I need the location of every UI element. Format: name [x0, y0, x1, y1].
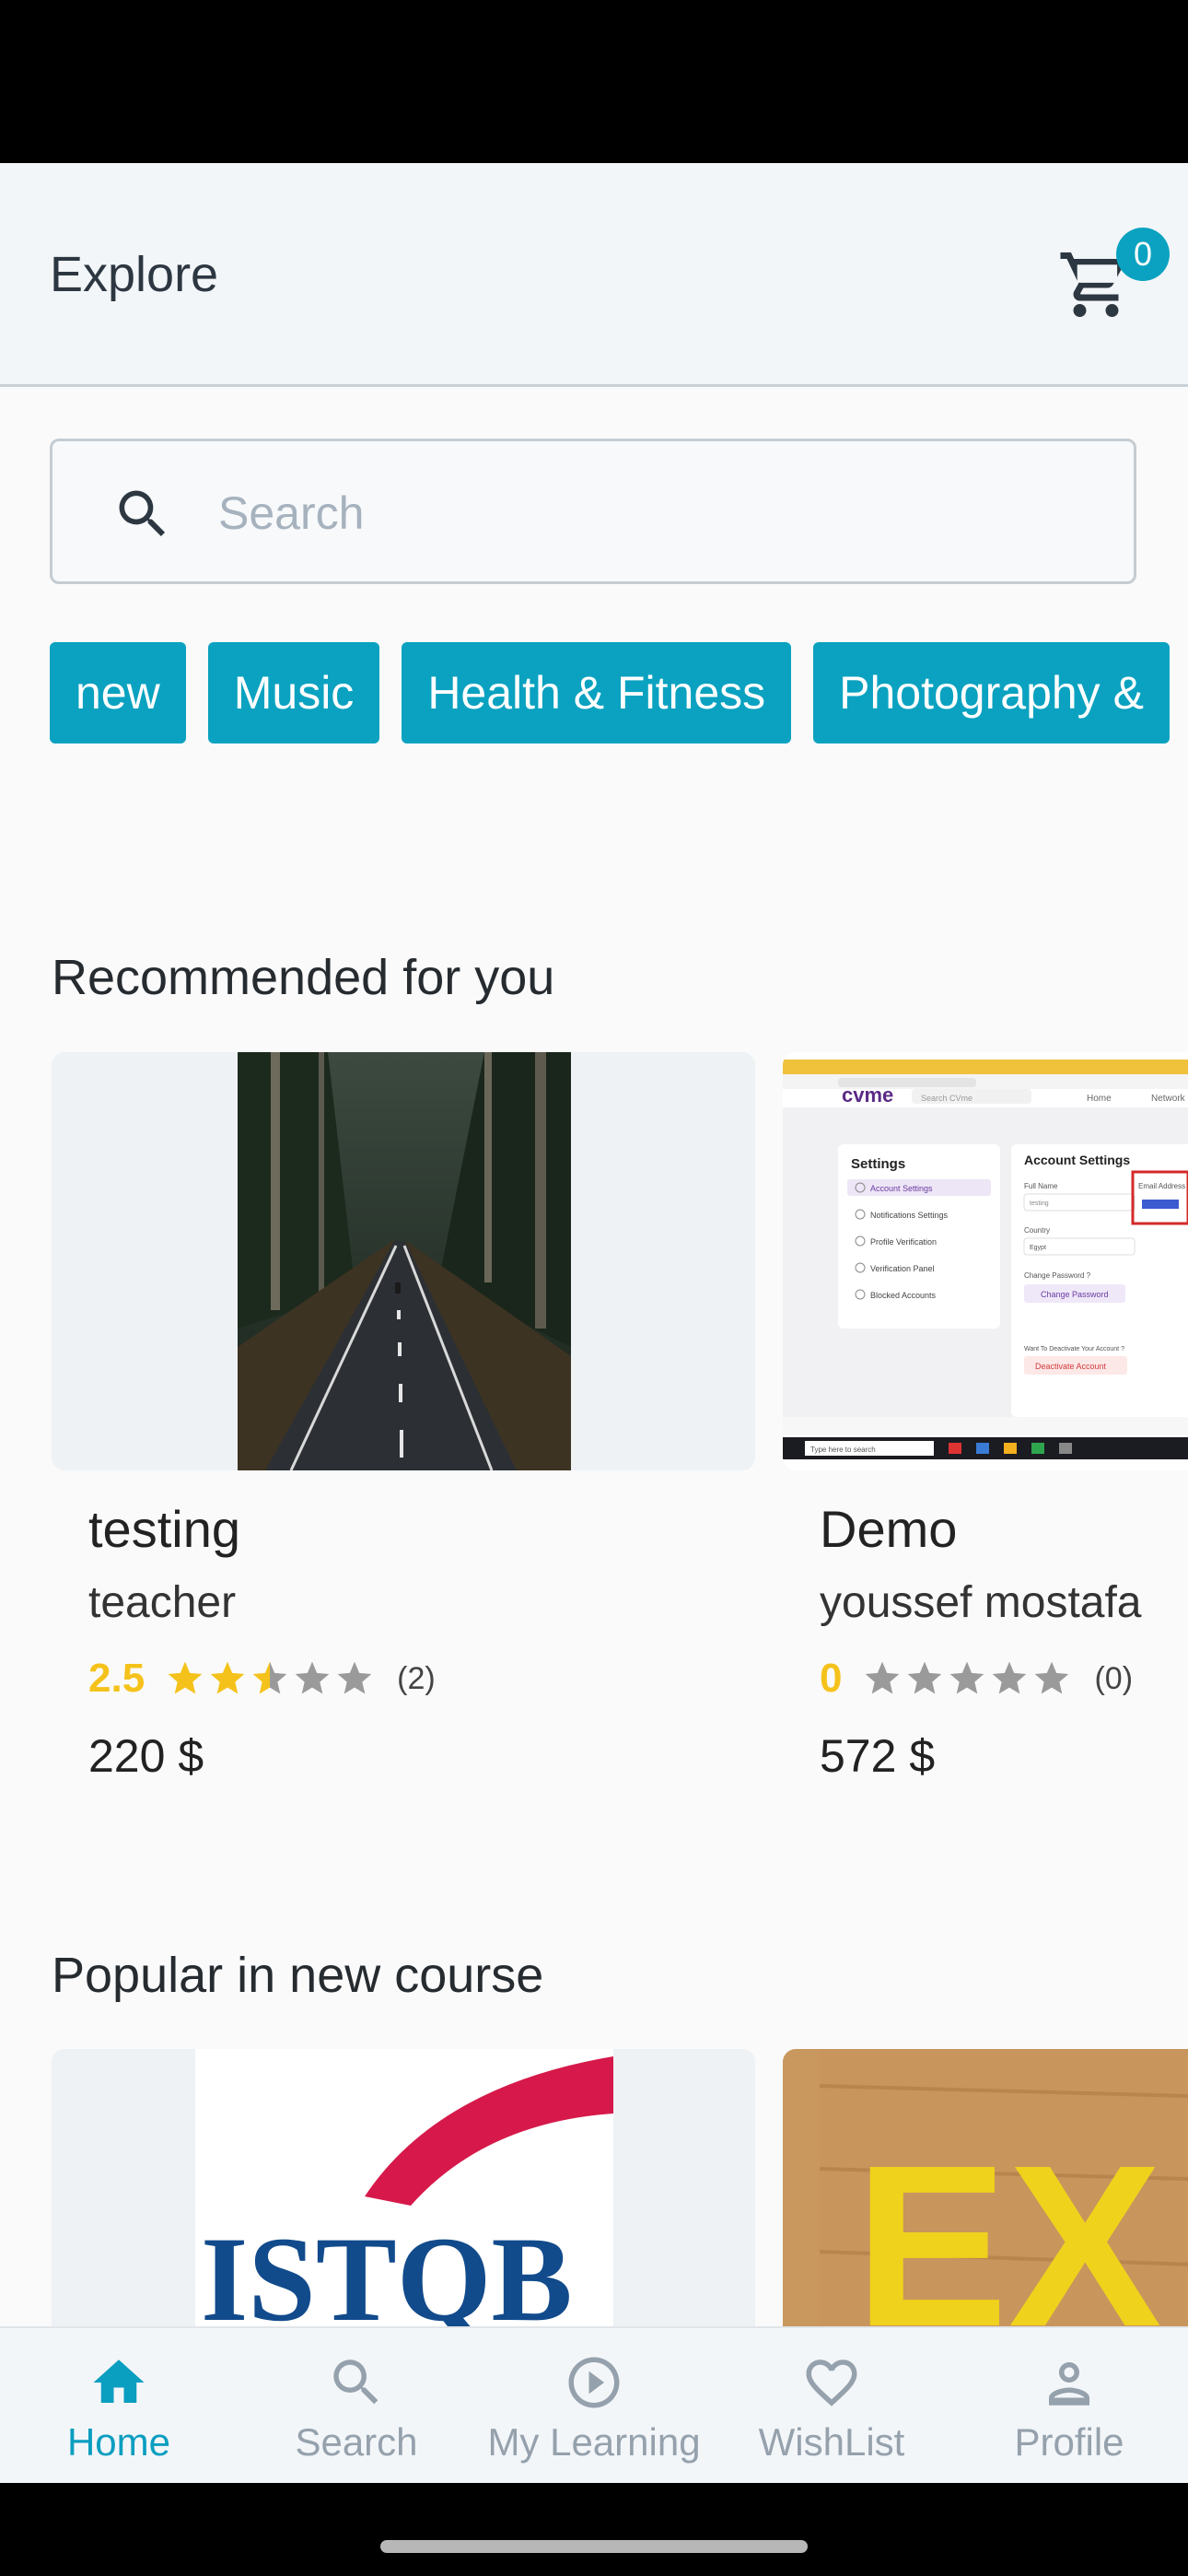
- nav-label-search: Search: [295, 2420, 418, 2464]
- course-price: 220 $: [88, 1730, 204, 1782]
- thumb-email-label: Email Address: [1138, 1182, 1185, 1190]
- nav-item-search[interactable]: Search: [238, 2328, 475, 2485]
- thumb-full-name-label: Full Name: [1024, 1182, 1058, 1190]
- category-chip-photography[interactable]: Photography &: [813, 642, 1170, 744]
- play-circle-icon: [568, 2357, 620, 2408]
- thumb-change-password-button: Change Password: [1041, 1290, 1109, 1299]
- cart-button[interactable]: 0: [1057, 228, 1170, 320]
- nav-label-wishlist: WishList: [758, 2420, 905, 2464]
- person-icon: [1049, 2362, 1089, 2406]
- star-empty-icon: [295, 1661, 330, 1694]
- star-empty-icon: [337, 1661, 372, 1694]
- nav-item-wishlist[interactable]: WishList: [713, 2328, 950, 2485]
- nav-label-my-learning: My Learning: [487, 2420, 701, 2464]
- thumb-search-text: Search CVme: [921, 1094, 973, 1103]
- thumb-full-name-value: testing: [1030, 1200, 1049, 1207]
- search-icon: [333, 2359, 379, 2405]
- star-empty-icon: [866, 1661, 900, 1694]
- nav-item-my-learning[interactable]: My Learning: [475, 2328, 713, 2485]
- course-title: Demo: [820, 1500, 958, 1558]
- category-chips: new Music Health & Fitness Photography &: [50, 642, 1188, 745]
- thumb-country-label: Country: [1024, 1226, 1050, 1235]
- nav-item-profile[interactable]: Profile: [950, 2328, 1188, 2485]
- istqb-logo-image: ISTQB: [195, 2049, 613, 2326]
- home-indicator[interactable]: [380, 2540, 808, 2553]
- course-price: 572 $: [820, 1730, 936, 1782]
- course-rating: 2.5 (2): [88, 1653, 436, 1704]
- star-filled-icon: [210, 1661, 245, 1694]
- bottom-navigation: Home Search My Learning WishList Profile: [0, 2326, 1188, 2483]
- rating-stars: [862, 1658, 1074, 1699]
- course-teacher: youssef mostafa: [820, 1578, 1142, 1627]
- thumb-taskbar-search: Type here to search: [810, 1446, 876, 1454]
- cart-count-badge: 0: [1116, 228, 1170, 281]
- popular-section-title: Popular in new course: [52, 1948, 544, 2003]
- category-chip-new[interactable]: new: [50, 642, 186, 744]
- course-thumbnail: ISTQB: [52, 2049, 755, 2326]
- status-bar: [0, 0, 1188, 163]
- app-bar: Explore 0: [0, 163, 1188, 387]
- system-gesture-area: [0, 2483, 1188, 2576]
- brand-text: cvme: [842, 1083, 893, 1107]
- course-title: testing: [88, 1500, 240, 1558]
- search-input[interactable]: [218, 478, 1102, 548]
- course-thumbnail: EX: [783, 2049, 1188, 2326]
- home-icon: [93, 2359, 145, 2403]
- thumb-account-heading-text: Account Settings: [1024, 1153, 1130, 1167]
- letters-on-wood-image: EX: [819, 2049, 1188, 2326]
- course-thumbnail: [52, 1052, 755, 1470]
- category-chip-music[interactable]: Music: [207, 642, 380, 744]
- star-filled-icon: [168, 1661, 203, 1694]
- recommended-section-title: Recommended for you: [52, 950, 555, 1005]
- nav-label-profile: Profile: [1014, 2420, 1124, 2464]
- rating-value: 2.5: [88, 1656, 146, 1701]
- star-empty-icon: [908, 1661, 942, 1694]
- thumb-country-value: Egypt: [1030, 1245, 1046, 1251]
- search-icon: [119, 490, 166, 537]
- star-empty-icon: [1035, 1661, 1069, 1694]
- thumb-notifications-text: Notifications Settings: [870, 1211, 949, 1220]
- rating-stars: [165, 1658, 377, 1699]
- settings-screenshot-image: cvme Search CVme Home Network Settings A…: [783, 1052, 1188, 1470]
- heart-icon: [806, 2359, 857, 2406]
- thumb-deactivate-button: Deactivate Account: [1035, 1362, 1107, 1371]
- course-teacher: teacher: [88, 1578, 237, 1627]
- course-rating: 0 (0): [820, 1653, 1133, 1704]
- course-card[interactable]: EX: [783, 2049, 1188, 2326]
- star-half-icon: [252, 1661, 287, 1694]
- thumb-profile-verification-text: Profile Verification: [870, 1237, 937, 1247]
- thumb-nav-network-text: Network: [1151, 1094, 1186, 1104]
- thumb-deactivate-question: Want To Deactivate Your Account ?: [1024, 1346, 1124, 1352]
- ex-letters-text: EX: [855, 2117, 1162, 2326]
- star-empty-icon: [993, 1661, 1027, 1694]
- course-card[interactable]: testing teacher 2.5 (2) 220 $: [52, 1052, 755, 1782]
- course-card[interactable]: cvme Search CVme Home Network Settings A…: [783, 1052, 1188, 1782]
- thumb-nav-home-text: Home: [1087, 1094, 1112, 1104]
- page-title: Explore: [50, 247, 219, 302]
- popular-courses-rail: ISTQB EX: [52, 2049, 1188, 2326]
- thumb-blocked-text: Blocked Accounts: [870, 1291, 937, 1300]
- category-chip-health-fitness[interactable]: Health & Fitness: [402, 642, 792, 744]
- thumb-change-password-question: Change Password ?: [1024, 1271, 1091, 1280]
- rating-count: (0): [1094, 1660, 1134, 1696]
- search-field[interactable]: [50, 439, 1136, 584]
- rating-count: (2): [397, 1660, 436, 1696]
- istqb-logo-text: ISTQB: [201, 2211, 573, 2326]
- thumb-account-settings-text: Account Settings: [870, 1184, 933, 1193]
- course-thumbnail: cvme Search CVme Home Network Settings A…: [783, 1052, 1188, 1470]
- star-empty-icon: [950, 1661, 984, 1694]
- thumb-verification-panel-text: Verification Panel: [870, 1264, 935, 1273]
- rating-value: 0: [820, 1656, 843, 1701]
- course-card[interactable]: ISTQB: [52, 2049, 755, 2326]
- nav-label-home: Home: [66, 2420, 171, 2464]
- nav-item-home[interactable]: Home: [0, 2328, 238, 2485]
- recommended-courses-rail: testing teacher 2.5 (2) 220 $ cvme Searc…: [52, 1052, 1188, 1808]
- thumb-settings-text: Settings: [851, 1156, 905, 1172]
- road-forest-image: [238, 1052, 571, 1470]
